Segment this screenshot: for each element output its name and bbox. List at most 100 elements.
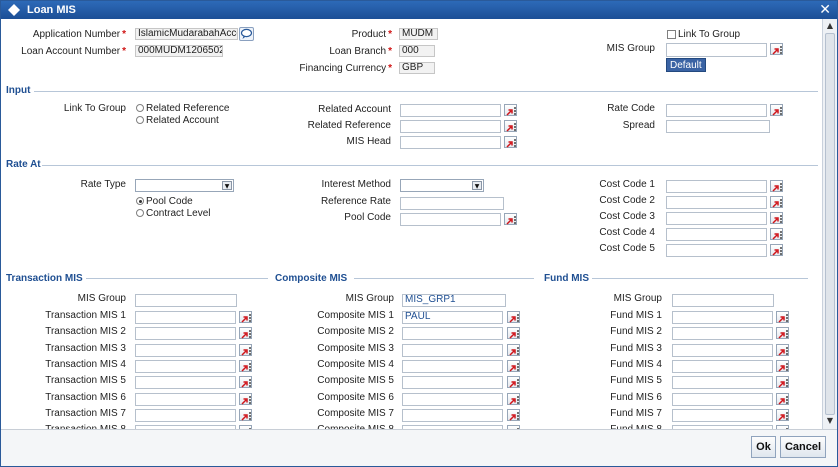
cost-code-5-field[interactable] [666,244,767,257]
radio-related-reference[interactable] [136,104,144,112]
transaction-mis-7-field[interactable] [135,408,236,422]
application-details-button[interactable] [239,27,254,41]
rate-type-select[interactable]: ▼ [135,179,234,192]
composite-mis-3-field[interactable] [402,343,503,357]
composite-mis-4-lookup-button[interactable] [507,359,520,372]
composite-mis-2-field[interactable] [402,327,503,341]
scrollbar-thumb[interactable] [825,33,835,415]
radio-related-reference-label: Related Reference [146,103,230,114]
related-account-field[interactable] [400,104,501,117]
composite-mis-group-field[interactable]: MIS_GRP1 [402,294,506,307]
transaction-mis-group-label: MIS Group [77,293,126,304]
composite-mis-group-label: MIS Group [345,293,394,304]
lookup-icon [241,412,251,421]
cost-code-4-lookup-button[interactable] [770,228,783,240]
composite-mis-6-lookup-button[interactable] [507,392,520,405]
loan-branch-field[interactable]: 000 [399,45,435,57]
cancel-button[interactable]: Cancel [780,436,826,458]
fund-mis-7-field[interactable] [672,408,773,422]
cost-code-3-lookup-button[interactable] [770,212,783,224]
composite-mis-section-title: Composite MIS [275,273,348,284]
composite-mis-4-field[interactable] [402,359,503,373]
interest-method-select[interactable]: ▼ [400,179,484,192]
fund-mis-5-lookup-button[interactable] [776,376,789,389]
composite-mis-2-lookup-button[interactable] [507,327,520,340]
scroll-up-icon[interactable]: ▲ [826,22,834,30]
composite-mis-6-field[interactable] [402,392,503,406]
spread-field[interactable] [666,120,770,133]
composite-mis-3-lookup-button[interactable] [507,343,520,356]
composite-mis-5-lookup-button[interactable] [507,376,520,389]
mis-group-field[interactable] [666,43,767,57]
radio-pool-code[interactable] [136,197,144,205]
mis-head-field[interactable] [400,136,501,149]
fund-mis-1-field[interactable] [672,311,773,324]
cost-code-2-field[interactable] [666,196,767,209]
financing-currency-field[interactable]: GBP [399,62,435,74]
ok-button[interactable]: Ok [751,436,776,458]
transaction-mis-2-lookup-button[interactable] [239,327,252,340]
transaction-mis-group-field[interactable] [135,294,237,307]
lookup-icon [241,346,251,356]
related-reference-lookup-button[interactable] [504,120,517,132]
lookup-icon [506,107,516,116]
composite-mis-1-field[interactable]: PAUL [402,311,503,324]
mis-group-lookup-button[interactable] [770,43,783,55]
fund-mis-4-lookup-button[interactable] [776,359,789,372]
fund-mis-2-lookup-button[interactable] [776,327,789,340]
transaction-mis-4-field[interactable] [135,359,236,373]
transaction-mis-4-lookup-button[interactable] [239,359,252,372]
transaction-mis-6-lookup-button[interactable] [239,392,252,405]
transaction-mis-5-field[interactable] [135,376,236,390]
link-to-group-checkbox[interactable] [667,30,676,39]
default-button[interactable]: Default [666,58,706,72]
cost-code-1-lookup-button[interactable] [770,180,783,192]
cost-code-2-lookup-button[interactable] [770,196,783,208]
composite-mis-7-lookup-button[interactable] [507,408,520,421]
rate-code-lookup-button[interactable] [770,104,783,116]
vertical-scrollbar[interactable]: ▲ ▼ [822,19,837,429]
related-reference-field[interactable] [400,120,501,133]
transaction-mis-1-lookup-button[interactable] [239,311,252,323]
transaction-mis-5-lookup-button[interactable] [239,376,252,389]
product-field[interactable]: MUDM [399,28,438,40]
cost-code-4-field[interactable] [666,228,767,241]
transaction-mis-6-field[interactable] [135,392,236,406]
pool-code-field[interactable] [400,213,501,226]
related-account-lookup-button[interactable] [504,104,517,116]
fund-mis-4-field[interactable] [672,359,773,373]
transaction-mis-2-field[interactable] [135,327,236,341]
fund-mis-group-field[interactable] [672,294,774,307]
fund-mis-6-field[interactable] [672,392,773,406]
composite-mis-7-field[interactable] [402,408,503,422]
reference-rate-field[interactable] [400,197,504,210]
close-icon[interactable]: ✕ [819,2,831,18]
transaction-mis-section-title: Transaction MIS [6,273,83,284]
transaction-mis-7-lookup-button[interactable] [239,408,252,421]
transaction-mis-3-lookup-button[interactable] [239,343,252,356]
rate-code-field[interactable] [666,104,767,117]
cost-code-3-field[interactable] [666,212,767,225]
fund-mis-6-lookup-button[interactable] [776,392,789,405]
scroll-down-icon[interactable]: ▼ [826,417,834,425]
fund-mis-7-lookup-button[interactable] [776,408,789,421]
transaction-mis-3-label: Transaction MIS 3 [45,342,126,354]
fund-mis-2-field[interactable] [672,327,773,341]
fund-mis-5-field[interactable] [672,376,773,390]
fund-mis-1-lookup-button[interactable] [776,311,789,323]
mis-head-lookup-button[interactable] [504,136,517,148]
cost-code-5-lookup-button[interactable] [770,244,783,256]
loan-account-number-field[interactable]: 000MUDM12065021 [135,45,223,57]
radio-related-account[interactable] [136,116,144,124]
composite-mis-1-lookup-button[interactable] [507,311,520,323]
cost-code-1-field[interactable] [666,180,767,193]
application-number-field[interactable]: IslamicMudarabahAccou [135,28,238,40]
interest-method-label: Interest Method [321,179,391,190]
transaction-mis-3-field[interactable] [135,343,236,357]
radio-contract-level[interactable] [136,209,144,217]
pool-code-lookup-button[interactable] [504,213,517,225]
composite-mis-5-field[interactable] [402,376,503,390]
transaction-mis-1-field[interactable] [135,311,236,324]
fund-mis-3-lookup-button[interactable] [776,343,789,356]
fund-mis-3-field[interactable] [672,343,773,357]
